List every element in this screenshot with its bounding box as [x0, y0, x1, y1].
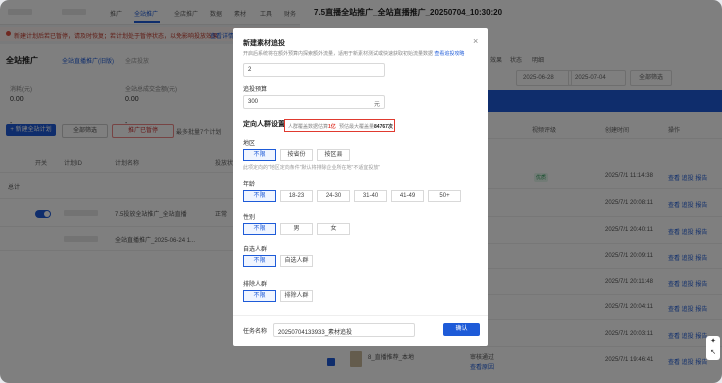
footer-divider	[233, 315, 488, 316]
region-option-any[interactable]: 不限	[243, 149, 276, 161]
region-label: 地区	[243, 141, 256, 147]
age-option[interactable]: 50+	[428, 190, 461, 202]
close-icon[interactable]: ×	[473, 36, 478, 46]
exclude-audience-option[interactable]: 排除人群	[280, 290, 313, 302]
task-name-label: 任务名称	[243, 329, 268, 335]
exclude-audience-any[interactable]: 不限	[243, 290, 276, 302]
budget-unit: 元	[373, 102, 380, 108]
age-label: 年龄	[243, 182, 256, 188]
budget-label: 追投预算	[243, 87, 268, 93]
strategy-link[interactable]: 查看追投攻略	[434, 51, 464, 57]
screen: 推广 全站推广 全店推广 数据 素材 工具 财务 新建计划后若已暂停，请及时恢复…	[0, 0, 722, 383]
side-tools-icon[interactable]: ✦ ↖	[706, 336, 720, 360]
confirm-button[interactable]: 确认	[443, 323, 480, 336]
custom-audience-option[interactable]: 自选人群	[280, 255, 313, 267]
age-option-any[interactable]: 不限	[243, 190, 276, 202]
budget-input[interactable]: 300 元	[243, 95, 385, 109]
gender-option-female[interactable]: 女	[317, 223, 350, 235]
exclude-audience-label: 排除人群	[243, 282, 268, 288]
region-option-county[interactable]: 按区县	[317, 149, 350, 161]
count-input[interactable]: 2	[243, 63, 385, 77]
section-title: 定向人群设置	[243, 121, 285, 128]
gender-option-male[interactable]: 男	[280, 223, 313, 235]
reach-value: 84767次	[374, 124, 393, 130]
dialog-title: 新建素材追投	[243, 40, 285, 47]
age-option[interactable]: 24-30	[317, 190, 350, 202]
region-note: 此项定向的"地区定向条件"默认将排除企业所在地"不适宜投放"	[243, 165, 381, 171]
new-material-boost-dialog: 新建素材追投 × 开启后系统将在额外预算内探索额外流量，适用于新素材测试或快速获…	[233, 28, 488, 346]
region-option-province[interactable]: 按省份	[280, 149, 313, 161]
age-option[interactable]: 41-49	[391, 190, 424, 202]
gender-option-any[interactable]: 不限	[243, 223, 276, 235]
custom-audience-label: 自选人群	[243, 247, 268, 253]
task-name-input[interactable]: 20250704133933_素材追投	[273, 323, 415, 337]
age-option[interactable]: 18-23	[280, 190, 313, 202]
age-option[interactable]: 31-40	[354, 190, 387, 202]
dialog-description: 开启后系统将在额外预算内探索额外流量，适用于新素材测试或快速获取初始流量数据 查…	[243, 51, 465, 57]
gender-label: 性别	[243, 215, 256, 221]
coverage-estimate-highlight: 人群覆盖数据估算1亿 预估最大覆盖量84767次	[284, 119, 395, 132]
coverage-value: 1亿	[328, 124, 336, 130]
custom-audience-any[interactable]: 不限	[243, 255, 276, 267]
